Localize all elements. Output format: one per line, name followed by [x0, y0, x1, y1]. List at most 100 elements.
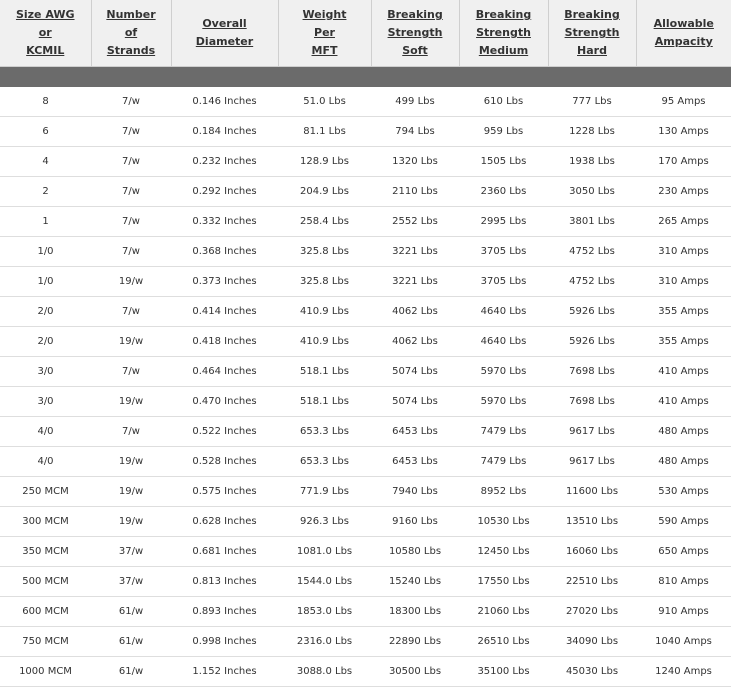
table-cell-breaking-strength-soft: 2552 Lbs — [371, 206, 459, 237]
column-header-overall-diameter[interactable]: Overall Diameter — [171, 0, 279, 67]
table-cell-number-of-strands: 37/w — [91, 566, 171, 597]
table-cell-size-awg-kcmil: 1 — [0, 206, 91, 237]
table-row: 2 7/w 0.292 Inches 204.9 Lbs 2110 Lbs 2360 Lb… — [0, 176, 731, 207]
table-cell-weight-per-mft: 518.1 Lbs — [278, 356, 371, 387]
table-cell-overall-diameter: 0.368 Inches — [171, 236, 278, 267]
table-cell-overall-diameter: 0.998 Inches — [171, 626, 278, 657]
table-row: 1/0 7/w 0.368 Inches 325.8 Lbs 3221 Lbs 3705 … — [0, 236, 731, 267]
table-cell-size-awg-kcmil: 3/0 — [0, 386, 91, 417]
column-header-breaking-strength-hard[interactable]: Breaking Strength Hard — [548, 0, 637, 67]
column-header-weight-per-mft[interactable]: Weight Per MFT — [278, 0, 372, 67]
table-row: 1/0 19/w 0.373 Inches 325.8 Lbs 3221 Lbs 3705… — [0, 266, 731, 297]
table-cell-size-awg-kcmil: 4 — [0, 146, 91, 177]
table-row: 4 7/w 0.232 Inches 128.9 Lbs 1320 Lbs 1505 Lb… — [0, 146, 731, 177]
table-cell-breaking-strength-soft: 3221 Lbs — [371, 236, 459, 267]
table-row: 600 MCM 61/w 0.893 Inches 1853.0 Lbs 18300 L… — [0, 596, 731, 627]
header-row: Size AWG or KCMIL Number of Strands Overall Dia… — [0, 0, 731, 67]
table-cell-number-of-strands: 19/w — [91, 506, 171, 537]
table-row: 1000 MCM 61/w 1.152 Inches 3088.0 Lbs 30500 … — [0, 656, 731, 687]
table-row: 250 MCM 19/w 0.575 Inches 771.9 Lbs 7940 Lbs… — [0, 476, 731, 507]
table-cell-breaking-strength-hard: 9617 Lbs — [548, 416, 636, 447]
table-cell-number-of-strands: 19/w — [91, 446, 171, 477]
table-cell-breaking-strength-medium: 2360 Lbs — [459, 176, 548, 207]
table-cell-number-of-strands: 7/w — [91, 146, 171, 177]
table-cell-breaking-strength-medium: 1505 Lbs — [459, 146, 548, 177]
table-row: 4/0 19/w 0.528 Inches 653.3 Lbs 6453 Lbs 7479… — [0, 446, 731, 477]
table-cell-allowable-ampacity: 590 Amps — [636, 506, 731, 537]
table-cell-weight-per-mft: 653.3 Lbs — [278, 416, 371, 447]
table-cell-breaking-strength-hard: 7698 Lbs — [548, 386, 636, 417]
table-cell-allowable-ampacity: 410 Amps — [636, 386, 731, 417]
table-cell-overall-diameter: 0.681 Inches — [171, 536, 278, 567]
table-cell-breaking-strength-hard: 777 Lbs — [548, 87, 636, 117]
column-header-number-of-strands[interactable]: Number of Strands — [91, 0, 172, 67]
table-cell-breaking-strength-medium: 959 Lbs — [459, 116, 548, 147]
table-cell-weight-per-mft: 518.1 Lbs — [278, 386, 371, 417]
table-cell-weight-per-mft: 51.0 Lbs — [278, 87, 371, 117]
table-cell-breaking-strength-hard: 27020 Lbs — [548, 596, 636, 627]
column-header-breaking-strength-medium[interactable]: Breaking Strength Medium — [459, 0, 549, 67]
table-cell-overall-diameter: 0.528 Inches — [171, 446, 278, 477]
table-cell-weight-per-mft: 2316.0 Lbs — [278, 626, 371, 657]
table-cell-size-awg-kcmil: 250 MCM — [0, 476, 91, 507]
table-cell-breaking-strength-medium: 26510 Lbs — [459, 626, 548, 657]
table-cell-number-of-strands: 61/w — [91, 656, 171, 687]
table-row: 2/0 7/w 0.414 Inches 410.9 Lbs 4062 Lbs 4640 … — [0, 296, 731, 327]
table-cell-number-of-strands: 7/w — [91, 176, 171, 207]
table-body: 8 7/w 0.146 Inches 51.0 Lbs 499 Lbs 610 Lbs 77… — [0, 87, 731, 687]
table-cell-breaking-strength-soft: 3221 Lbs — [371, 266, 459, 297]
table-cell-size-awg-kcmil: 4/0 — [0, 416, 91, 447]
table-cell-allowable-ampacity: 355 Amps — [636, 296, 731, 327]
column-header-breaking-strength-soft[interactable]: Breaking Strength Soft — [371, 0, 460, 67]
table-cell-breaking-strength-medium: 7479 Lbs — [459, 446, 548, 477]
table-cell-breaking-strength-soft: 4062 Lbs — [371, 296, 459, 327]
table-cell-allowable-ampacity: 95 Amps — [636, 87, 731, 117]
column-header-line: Overall — [202, 17, 247, 30]
column-header-line: Diameter — [195, 35, 254, 48]
table-cell-breaking-strength-hard: 13510 Lbs — [548, 506, 636, 537]
table-cell-size-awg-kcmil: 1/0 — [0, 236, 91, 267]
table-cell-breaking-strength-medium: 4640 Lbs — [459, 296, 548, 327]
table-row: 6 7/w 0.184 Inches 81.1 Lbs 794 Lbs 959 Lbs 12… — [0, 116, 731, 147]
table-cell-breaking-strength-soft: 5074 Lbs — [371, 356, 459, 387]
table-cell-breaking-strength-soft: 30500 Lbs — [371, 656, 459, 687]
table-row: 1 7/w 0.332 Inches 258.4 Lbs 2552 Lbs 2995 Lb… — [0, 206, 731, 237]
table-cell-allowable-ampacity: 355 Amps — [636, 326, 731, 357]
table-cell-breaking-strength-hard: 22510 Lbs — [548, 566, 636, 597]
table-cell-size-awg-kcmil: 8 — [0, 87, 91, 117]
table-cell-breaking-strength-hard: 9617 Lbs — [548, 446, 636, 477]
table-row: 3/0 7/w 0.464 Inches 518.1 Lbs 5074 Lbs 5970 … — [0, 356, 731, 387]
table-cell-overall-diameter: 0.628 Inches — [171, 506, 278, 537]
table-cell-weight-per-mft: 325.8 Lbs — [278, 266, 371, 297]
column-header-line: of — [124, 26, 138, 39]
table-cell-allowable-ampacity: 410 Amps — [636, 356, 731, 387]
column-header-line: Strength — [564, 26, 620, 39]
table-cell-allowable-ampacity: 480 Amps — [636, 416, 731, 447]
table-cell-weight-per-mft: 3088.0 Lbs — [278, 656, 371, 687]
table-cell-overall-diameter: 0.184 Inches — [171, 116, 278, 147]
table-cell-breaking-strength-soft: 6453 Lbs — [371, 416, 459, 447]
table-cell-breaking-strength-soft: 15240 Lbs — [371, 566, 459, 597]
table-row: 8 7/w 0.146 Inches 51.0 Lbs 499 Lbs 610 Lbs 77… — [0, 87, 731, 117]
table-cell-overall-diameter: 0.575 Inches — [171, 476, 278, 507]
table-cell-breaking-strength-medium: 5970 Lbs — [459, 356, 548, 387]
table-cell-allowable-ampacity: 130 Amps — [636, 116, 731, 147]
table-cell-size-awg-kcmil: 300 MCM — [0, 506, 91, 537]
table-cell-number-of-strands: 7/w — [91, 356, 171, 387]
table-cell-breaking-strength-soft: 499 Lbs — [371, 87, 459, 117]
column-header-size-awg-kcmil[interactable]: Size AWG or KCMIL — [0, 0, 92, 67]
table-cell-size-awg-kcmil: 750 MCM — [0, 626, 91, 657]
column-header-line: Ampacity — [654, 35, 713, 48]
table-cell-breaking-strength-hard: 4752 Lbs — [548, 236, 636, 267]
table-cell-weight-per-mft: 204.9 Lbs — [278, 176, 371, 207]
table-cell-weight-per-mft: 1081.0 Lbs — [278, 536, 371, 567]
header-separator-band — [0, 66, 731, 87]
table-cell-breaking-strength-soft: 6453 Lbs — [371, 446, 459, 477]
column-header-allowable-ampacity[interactable]: Allowable Ampacity — [636, 0, 731, 67]
table-cell-overall-diameter: 0.232 Inches — [171, 146, 278, 177]
table-cell-number-of-strands: 19/w — [91, 326, 171, 357]
table-cell-weight-per-mft: 325.8 Lbs — [278, 236, 371, 267]
table-row: 300 MCM 19/w 0.628 Inches 926.3 Lbs 9160 Lbs… — [0, 506, 731, 537]
table-cell-weight-per-mft: 128.9 Lbs — [278, 146, 371, 177]
table-cell-breaking-strength-hard: 3050 Lbs — [548, 176, 636, 207]
